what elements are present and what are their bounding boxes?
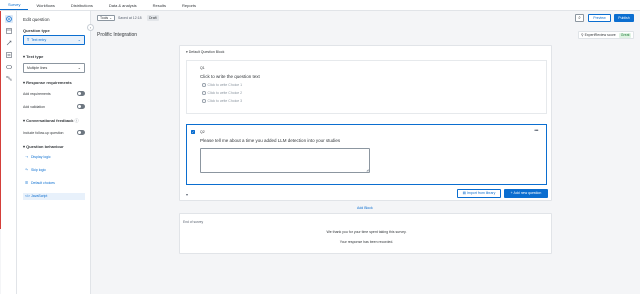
text-type-value: Multiple lines — [27, 66, 48, 70]
response-requirements-section[interactable]: ▾ Response requirements — [23, 80, 72, 85]
add-new-question-button[interactable]: + Add new question — [504, 189, 548, 198]
search-icon: ⌕ — [578, 15, 581, 20]
chevron-down-icon: ⌄ — [77, 37, 81, 42]
block-footer-toggle-icon[interactable]: ▾ — [186, 192, 188, 197]
text-entry-icon: T — [27, 38, 30, 42]
text-entry-area[interactable]: ◢ — [200, 148, 370, 173]
resize-handle-icon[interactable]: ◢ — [366, 168, 368, 172]
survey-title: Prolific Integration — [97, 32, 138, 38]
include-followup-toggle[interactable] — [77, 130, 85, 135]
tab-reports[interactable]: Reports — [174, 0, 204, 10]
question-id: Q1 — [200, 66, 205, 70]
question-behaviour-section[interactable]: ▾ Question behaviour — [23, 144, 64, 149]
collapse-panel-button[interactable]: ‹ — [87, 24, 94, 31]
expert-review-icon: ⚲ — [581, 33, 584, 37]
end-of-survey-label: End of survey — [183, 220, 204, 224]
select-question-checkbox[interactable]: ✓ — [191, 130, 195, 134]
conversational-feedback-label: Conversational feedback — [26, 118, 74, 123]
panel-title: Edit question — [23, 17, 50, 22]
skip-logic-link[interactable]: ↷ Skip logic — [23, 167, 85, 174]
block-header[interactable]: ▾ Default Question Block — [186, 50, 224, 54]
question-text[interactable]: Click to write the question text — [200, 74, 260, 79]
add-validation-row: Add validation — [23, 104, 85, 109]
icon-rail — [1, 11, 17, 294]
chevron-down-icon: ⌄ — [109, 16, 113, 20]
text-type-section[interactable]: ▾ Text type — [23, 54, 43, 59]
library-icon: ▤ — [462, 191, 466, 195]
display-logic-label: Display logic — [31, 155, 51, 159]
tools-icon[interactable] — [6, 64, 12, 70]
default-choices-link[interactable]: ☰ Default choices — [23, 180, 85, 187]
top-nav: Survey Workflows Distributions Data & an… — [0, 0, 640, 11]
question-type-label: Question type — [23, 28, 50, 33]
tab-distributions[interactable]: Distributions — [63, 0, 101, 10]
tools-dropdown[interactable]: Tools ⌄ — [97, 15, 116, 21]
include-followup-label: Include follow-up question — [23, 131, 64, 135]
tab-workflows[interactable]: Workflows — [28, 0, 62, 10]
tab-survey[interactable]: Survey — [0, 0, 29, 10]
end-message-thanks: We thank you for your time spent taking … — [326, 230, 407, 234]
tab-results[interactable]: Results — [145, 0, 174, 10]
include-followup-row: Include follow-up question — [23, 130, 85, 135]
add-requirements-label: Add requirements — [23, 92, 51, 96]
radio-button[interactable] — [202, 83, 206, 87]
add-requirements-toggle[interactable] — [77, 91, 85, 96]
search-button[interactable]: ⌕ — [575, 14, 584, 22]
conversational-feedback-section[interactable]: ▾ Conversational feedback ⓘ — [23, 118, 79, 124]
javascript-link[interactable]: </>JavaScript — [23, 193, 85, 200]
default-choices-label: Default choices — [31, 181, 55, 185]
javascript-label: JavaScript — [31, 194, 48, 198]
resources-icon[interactable] — [6, 76, 12, 82]
survey-builder-icon[interactable] — [5, 15, 13, 23]
choice-label: Click to write Choice 1 — [207, 83, 243, 87]
tab-data-analysis[interactable]: Data & analysis — [101, 0, 145, 10]
preview-button[interactable]: Preview — [588, 14, 611, 22]
question-card-q1[interactable]: Q1 Click to write the question text Clic… — [186, 60, 547, 114]
choice-1[interactable]: Click to write Choice 1 — [202, 83, 242, 87]
choice-label: Click to write Choice 2 — [207, 91, 243, 95]
publish-button[interactable]: Publish — [614, 14, 634, 22]
question-menu-icon[interactable]: ••• — [534, 128, 538, 134]
add-requirements-row: Add requirements — [23, 91, 85, 96]
question-text[interactable]: Please tell me about a time you added LL… — [200, 138, 340, 143]
expert-review-label: ExpertReview score — [584, 33, 616, 37]
question-type-value: Text entry — [31, 38, 47, 42]
draft-badge: Draft — [147, 15, 159, 21]
choice-2[interactable]: Click to write Choice 2 — [202, 91, 242, 95]
question-behaviour-label: Question behaviour — [26, 144, 64, 149]
skip-logic-label: Skip logic — [31, 168, 46, 172]
response-requirements-label: Response requirements — [26, 80, 72, 85]
question-type-select[interactable]: T Text entry ⌄ — [23, 35, 85, 45]
block-name: Default Question Block — [188, 50, 225, 54]
expert-review-badge[interactable]: ⚲ ExpertReview score Great — [578, 31, 634, 39]
import-label: Import from library — [466, 191, 496, 195]
info-icon[interactable]: ⓘ — [75, 118, 79, 123]
tools-label: Tools — [100, 16, 109, 20]
display-logic-link[interactable]: ⇢ Display logic — [23, 154, 85, 161]
collapse-block-icon: ▾ — [186, 50, 188, 54]
add-block-link[interactable]: Add Block — [357, 206, 373, 210]
expert-review-score: Great — [619, 32, 631, 38]
import-from-library-button[interactable]: ▤ Import from library — [457, 189, 501, 198]
radio-button[interactable] — [202, 91, 206, 95]
add-validation-toggle[interactable] — [77, 104, 85, 109]
end-of-survey-block[interactable]: End of survey We thank you for your time… — [179, 213, 552, 254]
question-card-q2[interactable]: ✓ ••• Q2 Please tell me about a time you… — [186, 124, 547, 185]
question-block: ▾ Default Question Block Q1 Click to wri… — [179, 45, 552, 201]
radio-button[interactable] — [202, 99, 206, 103]
text-type-select[interactable]: Multiple lines ⌄ — [23, 63, 85, 73]
text-type-label: Text type — [26, 54, 44, 59]
survey-options-icon[interactable] — [6, 52, 12, 58]
chevron-down-icon: ⌄ — [77, 65, 81, 70]
choice-label: Click to write Choice 3 — [207, 99, 243, 103]
end-message-recorded: Your response has been recorded. — [339, 240, 394, 244]
question-id: Q2 — [200, 130, 205, 134]
look-and-feel-icon[interactable] — [6, 28, 12, 34]
saved-status: Saved at 12:18 — [118, 16, 142, 20]
survey-flow-icon[interactable] — [6, 40, 12, 46]
add-validation-label: Add validation — [23, 105, 45, 109]
choice-3[interactable]: Click to write Choice 3 — [202, 99, 242, 103]
edit-question-panel: Edit question ‹ Question type T Text ent… — [17, 11, 94, 294]
